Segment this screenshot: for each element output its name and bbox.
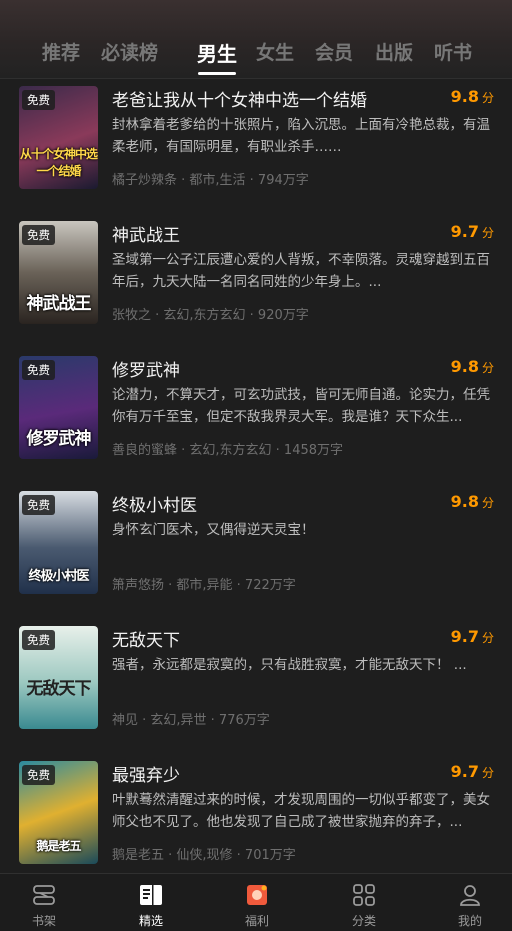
book-item[interactable]: 免费 修罗武神 修罗武神 9.8 分 论潜力，不算天才，可玄功武技，皆可无师自通。… — [0, 350, 512, 485]
book-score: 9.8 分 — [450, 87, 494, 106]
category-tabs: 推荐 必读榜 男生 女生 会员 出版 听书 — [0, 38, 512, 75]
gift-icon — [247, 885, 267, 905]
book-meta: 箫声悠扬 · 都市,异能 · 722万字 — [112, 578, 296, 593]
book-cover[interactable]: 免费 鹅是老五 — [19, 761, 98, 864]
book-score: 9.7 分 — [450, 222, 494, 241]
book-cover[interactable]: 免费 终极小村医 — [19, 491, 98, 594]
tab-female[interactable]: 女生 — [256, 38, 294, 65]
nav-label: 分类 — [351, 914, 376, 928]
nav-label: 福利 — [244, 914, 269, 928]
user-icon — [460, 885, 480, 906]
active-tab-indicator — [198, 72, 236, 75]
book-meta: 张牧之 · 玄幻,东方玄幻 · 920万字 — [112, 308, 309, 323]
book-score: 9.7 分 — [450, 627, 494, 646]
book-title[interactable]: 神武战王 — [112, 221, 180, 246]
book-description: 封林拿着老爹给的十张照片，陷入沉思。上面有冷艳总裁，有温柔老师，有国际明星，有职… — [112, 117, 490, 155]
book-score: 9.8 分 — [450, 492, 494, 511]
book-cover[interactable]: 免费 修罗武神 — [19, 356, 98, 459]
cover-title: 无敌天下 — [26, 679, 92, 699]
tab-must-read[interactable]: 必读榜 — [101, 38, 158, 65]
bookshelf-icon — [33, 885, 55, 905]
free-badge: 免费 — [22, 225, 55, 245]
book-title[interactable]: 老爸让我从十个女神中选一个结婚 — [112, 86, 367, 111]
nav-label: 我的 — [457, 914, 482, 928]
nav-category[interactable]: 分类 — [329, 874, 399, 931]
book-item[interactable]: 免费 鹅是老五 最强弃少 9.7 分 叶默蓦然清醒过来的时候，才发现周围的一切似乎… — [0, 755, 512, 873]
free-badge: 免费 — [22, 765, 55, 785]
book-meta: 神见 · 玄幻,异世 · 776万字 — [112, 713, 270, 728]
book-description: 论潜力，不算天才，可玄功武技，皆可无师自通。论实力，任凭你有万千至宝，但定不敌我… — [112, 387, 490, 425]
book-title[interactable]: 最强弃少 — [112, 761, 180, 786]
nav-featured[interactable]: 精选 — [116, 874, 186, 931]
book-cover[interactable]: 免费 神武战王 — [19, 221, 98, 324]
bottom-navigation: 书架 精选 福利 分类 我的 — [0, 873, 512, 931]
tab-publish[interactable]: 出版 — [375, 38, 413, 65]
book-meta: 鹅是老五 · 仙侠,现修 · 701万字 — [112, 848, 296, 863]
book-list[interactable]: 免费 从十个女神中选一个结婚 老爸让我从十个女神中选一个结婚 9.8 分 封林拿着… — [0, 80, 512, 873]
book-title[interactable]: 无敌天下 — [112, 626, 180, 651]
book-item[interactable]: 免费 终极小村医 终极小村医 9.8 分 身怀玄门医术，又偶得逆天灵宝！ 箫声悠扬… — [0, 485, 512, 620]
book-cover[interactable]: 免费 从十个女神中选一个结婚 — [19, 86, 98, 189]
top-header: 推荐 必读榜 男生 女生 会员 出版 听书 — [0, 0, 512, 79]
cover-title: 从十个女神中选一个结婚 — [19, 147, 98, 178]
cover-title: 终极小村医 — [28, 569, 89, 584]
book-score: 9.7 分 — [450, 762, 494, 781]
nav-welfare[interactable]: 福利 — [222, 874, 292, 931]
book-meta: 善良的蜜蜂 · 玄幻,东方玄幻 · 1458万字 — [112, 443, 344, 458]
grid-category-icon — [353, 884, 375, 906]
tab-vip[interactable]: 会员 — [315, 38, 353, 65]
free-badge: 免费 — [22, 360, 55, 380]
book-title[interactable]: 终极小村医 — [112, 491, 197, 516]
book-title[interactable]: 修罗武神 — [112, 356, 180, 381]
book-meta: 橘子炒辣条 · 都市,生活 · 794万字 — [112, 173, 309, 188]
book-description: 圣域第一公子江辰遭心爱的人背叛，不幸陨落。灵魂穿越到五百年后，九天大陆一名同名同… — [112, 252, 490, 290]
free-badge: 免费 — [22, 630, 55, 650]
book-description: 身怀玄门医术，又偶得逆天灵宝！ — [112, 522, 315, 538]
cover-title: 修罗武神 — [26, 429, 92, 449]
book-description: 叶默蓦然清醒过来的时候，才发现周围的一切似乎都变了，美女师父也不见了。他也发现了… — [112, 792, 490, 830]
nav-label: 书架 — [31, 914, 56, 928]
book-item[interactable]: 免费 无敌天下 无敌天下 9.7 分 强者，永远都是寂寞的，只有战胜寂寞，才能无敌… — [0, 620, 512, 755]
tab-recommend[interactable]: 推荐 — [42, 38, 80, 65]
nav-mine[interactable]: 我的 — [435, 874, 505, 931]
tab-male[interactable]: 男生 — [197, 38, 237, 67]
free-badge: 免费 — [22, 495, 55, 515]
book-item[interactable]: 免费 从十个女神中选一个结婚 老爸让我从十个女神中选一个结婚 9.8 分 封林拿着… — [0, 80, 512, 215]
nav-bookshelf[interactable]: 书架 — [9, 874, 79, 931]
tab-audiobook[interactable]: 听书 — [434, 38, 472, 65]
cover-title: 神武战王 — [26, 294, 92, 314]
cover-title: 鹅是老五 — [36, 839, 81, 853]
book-cover[interactable]: 免费 无敌天下 — [19, 626, 98, 729]
free-badge: 免费 — [22, 90, 55, 110]
book-score: 9.8 分 — [450, 357, 494, 376]
book-item[interactable]: 免费 神武战王 神武战王 9.7 分 圣域第一公子江辰遭心爱的人背叛，不幸陨落。灵… — [0, 215, 512, 350]
featured-book-icon — [140, 885, 162, 905]
book-description: 强者，永远都是寂寞的，只有战胜寂寞，才能无敌天下！ ... — [112, 657, 467, 673]
nav-label: 精选 — [138, 914, 163, 928]
